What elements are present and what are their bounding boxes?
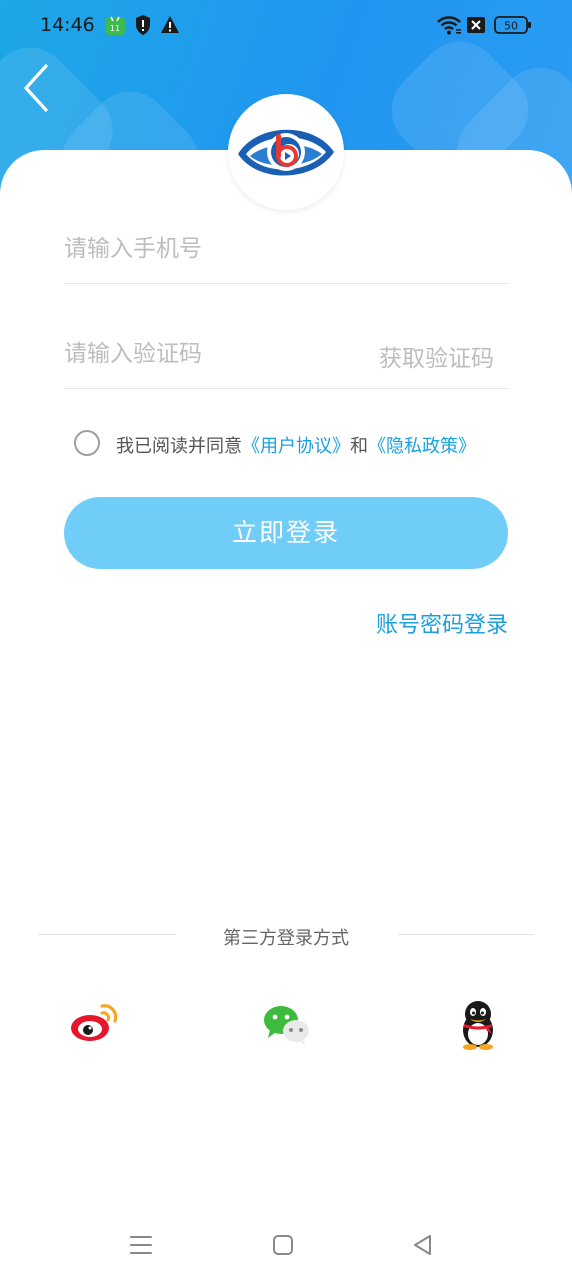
agreement-checkbox[interactable] (74, 430, 100, 456)
wifi-icon (437, 16, 461, 35)
battery-icon: 50 (494, 16, 531, 34)
menu-icon[interactable] (126, 1230, 156, 1260)
agreement-text: 我已阅读并同意《用户协议》和《隐私政策》 (116, 432, 476, 458)
user-agreement-link[interactable]: 《用户协议》 (242, 436, 350, 457)
get-code-button[interactable]: 获取验证码 (379, 339, 494, 373)
wechat-icon[interactable] (260, 996, 316, 1052)
home-icon[interactable] (268, 1230, 298, 1260)
system-nav-bar (0, 1210, 572, 1280)
back-triangle-icon[interactable] (408, 1230, 438, 1260)
shield-alert-icon (136, 15, 150, 35)
eye-logo-icon (238, 129, 334, 176)
code-field: 获取验证码 (64, 319, 508, 389)
status-bar: 14:46 11 50 (0, 0, 572, 52)
code-input[interactable] (64, 319, 364, 388)
qq-icon[interactable] (450, 996, 506, 1052)
agreement-row: 我已阅读并同意《用户协议》和《隐私政策》 (74, 428, 514, 460)
phone-field (64, 214, 508, 284)
phone-input[interactable] (64, 214, 508, 283)
svg-text:11: 11 (110, 24, 120, 33)
back-button[interactable] (18, 62, 58, 114)
warning-icon (161, 16, 179, 33)
agreement-prefix: 我已阅读并同意 (116, 436, 242, 457)
app-logo (228, 94, 344, 210)
privacy-policy-link[interactable]: 《隐私政策》 (368, 436, 476, 457)
sim-off-icon (467, 17, 485, 33)
password-login-link[interactable]: 账号密码登录 (376, 607, 508, 639)
login-button[interactable]: 立即登录 (64, 497, 508, 569)
weibo-icon[interactable] (68, 996, 124, 1052)
app-notification-icon: 11 (105, 16, 125, 35)
status-time: 14:46 (40, 14, 95, 36)
third-party-title: 第三方登录方式 (223, 928, 349, 949)
battery-level: 50 (504, 20, 518, 33)
agreement-and: 和 (350, 436, 368, 457)
